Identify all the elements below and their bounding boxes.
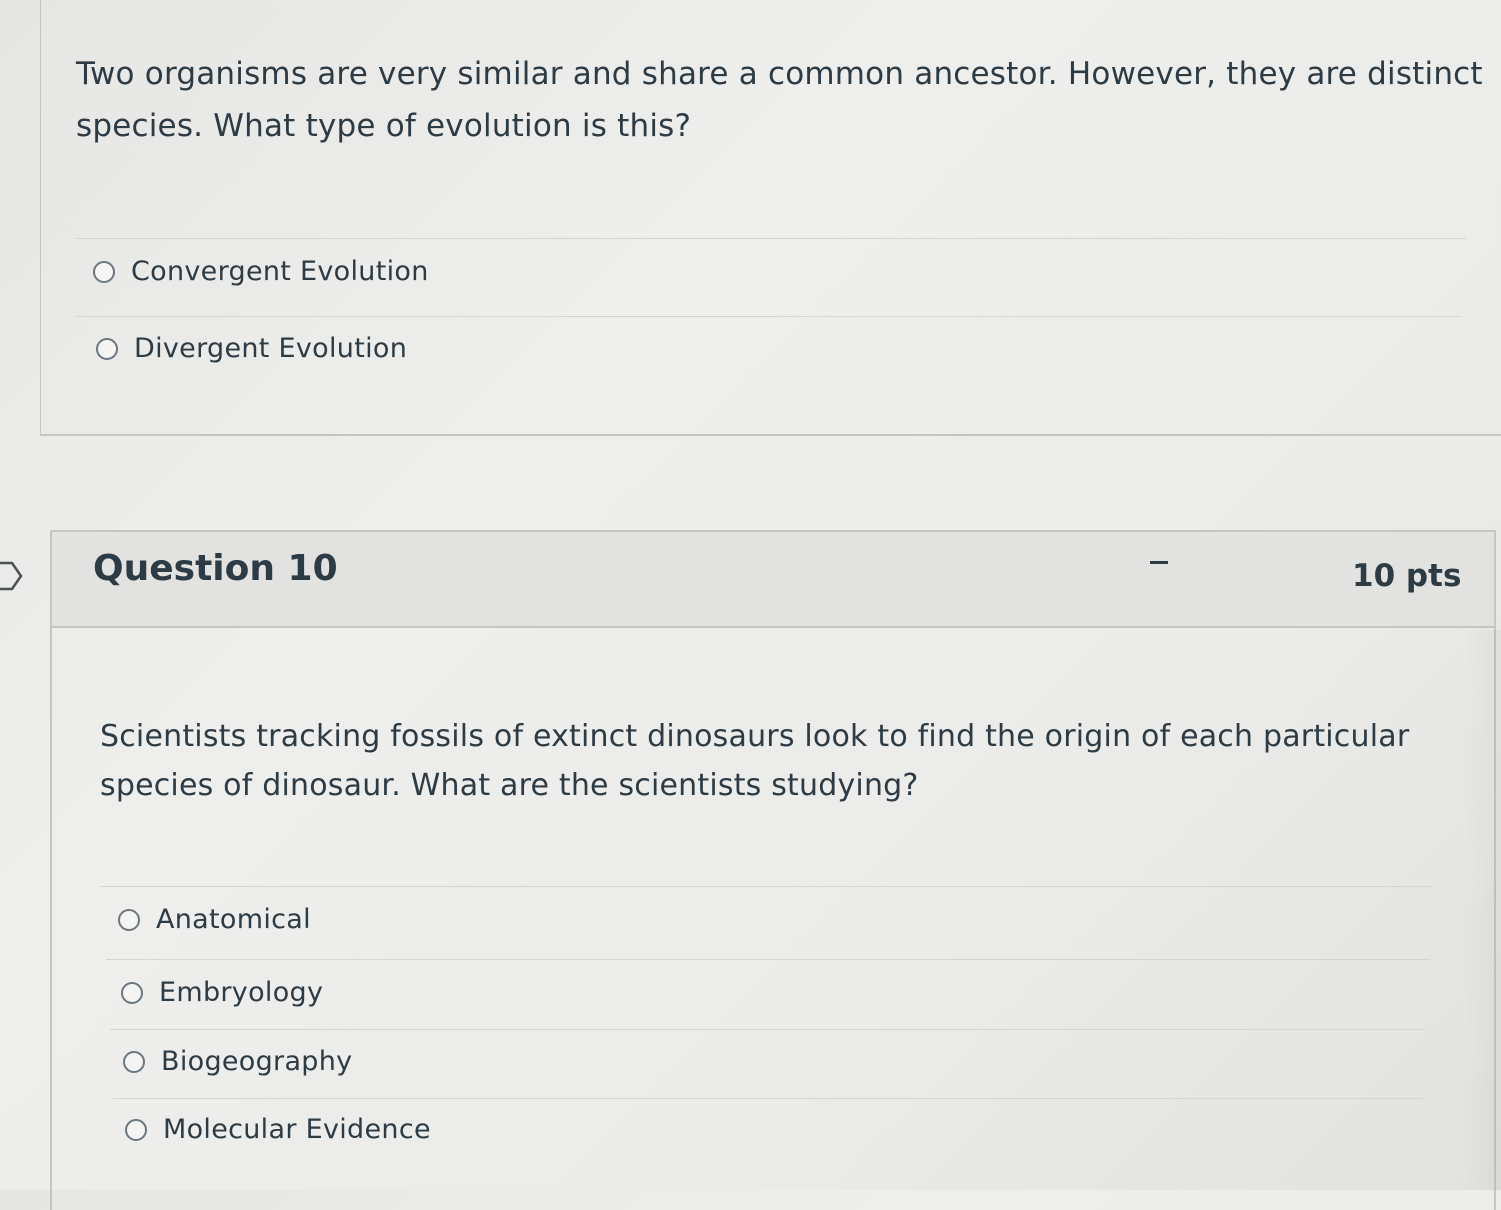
dash-mark (1150, 561, 1168, 564)
answer-label: Molecular Evidence (163, 1114, 431, 1145)
panel-shadow (1462, 630, 1501, 1190)
radio-unselected-icon[interactable] (121, 981, 143, 1004)
answer-divider (113, 1098, 1423, 1099)
answer-divider (76, 238, 1466, 239)
radio-unselected-icon[interactable] (118, 908, 140, 931)
question-9-text: Two organisms are very similar and share… (76, 56, 1483, 144)
question-points: 10 pts (1352, 558, 1462, 594)
radio-unselected-icon[interactable] (123, 1050, 145, 1073)
bookmark-flag-icon[interactable] (0, 560, 26, 592)
answer-label: Divergent Evolution (134, 333, 408, 364)
answer-divider (110, 1029, 1426, 1030)
answer-option-molecular-evidence[interactable]: Molecular Evidence (125, 1114, 431, 1145)
radio-unselected-icon[interactable] (96, 337, 118, 360)
answer-divider (100, 886, 1432, 887)
answer-option-biogeography[interactable]: Biogeography (123, 1046, 352, 1077)
answer-divider (106, 959, 1430, 960)
answer-option-embryology[interactable]: Embryology (121, 977, 323, 1008)
question-10-text: Scientists tracking fossils of extinct d… (100, 719, 1410, 803)
answer-option-anatomical[interactable]: Anatomical (118, 904, 311, 935)
answer-option-convergent-evolution[interactable]: Convergent Evolution (93, 256, 429, 287)
answer-label: Anatomical (156, 904, 311, 935)
radio-unselected-icon[interactable] (93, 260, 115, 283)
question-title: Question 10 (93, 548, 338, 589)
answer-option-divergent-evolution[interactable]: Divergent Evolution (96, 333, 407, 364)
answer-label: Embryology (159, 977, 324, 1008)
radio-unselected-icon[interactable] (125, 1118, 147, 1141)
answer-label: Biogeography (161, 1046, 353, 1077)
answer-divider (76, 316, 1461, 317)
answer-label: Convergent Evolution (131, 256, 429, 287)
question-10-panel (50, 530, 1496, 1210)
